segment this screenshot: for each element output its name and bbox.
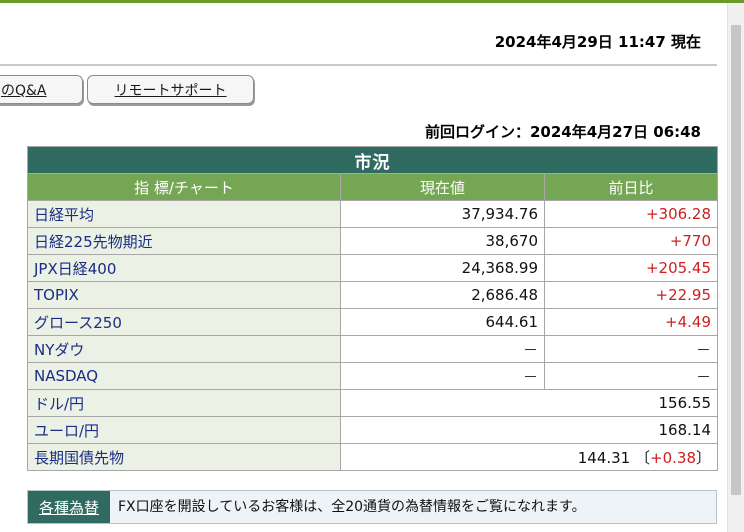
table-row: 日経平均 37,934.76 +306.28: [27, 200, 719, 228]
index-name: TOPIX: [27, 281, 341, 309]
tab-qa[interactable]: のQ&A: [0, 75, 83, 104]
tab-remote-support[interactable]: リモートサポート: [87, 75, 254, 104]
fx-rates-button-label[interactable]: 各種為替: [39, 497, 99, 518]
fx-banner-text: FX口座を開設しているお客様は、全20通貨の為替情報をご覧になれます。: [118, 499, 586, 515]
fx-rates-button[interactable]: 各種為替: [28, 491, 110, 523]
bond-paren-close: 〕: [696, 448, 712, 467]
table-row: NASDAQ － －: [27, 362, 719, 390]
column-header-change: 前日比: [543, 173, 719, 201]
column-header-index: 指 標/チャート: [27, 173, 341, 201]
index-value: －: [340, 335, 545, 363]
index-change: +205.45: [543, 254, 719, 282]
index-name: JPX日経400: [27, 254, 341, 282]
market-table: 市況 指 標/チャート 現在値 前日比 日経平均 37,934.76 +306.…: [26, 146, 719, 471]
divider: [0, 64, 717, 66]
table-row: グロース250 644.61 +4.49: [27, 308, 719, 336]
table-row: 日経225先物期近 38,670 +770: [27, 227, 719, 255]
table-row: 長期国債先物 144.31 〔+0.38〕: [27, 443, 719, 471]
market-title: 市況: [26, 146, 719, 174]
bond-change: +0.38: [650, 448, 696, 467]
index-name: 日経225先物期近: [27, 227, 341, 255]
market-title-row: 市況: [26, 146, 719, 174]
index-change: －: [543, 362, 719, 390]
scrollbar-thumb[interactable]: [731, 25, 741, 495]
index-name: 長期国債先物: [27, 443, 341, 471]
tab-remote-support-label[interactable]: リモートサポート: [115, 80, 227, 100]
index-name: 日経平均: [27, 200, 341, 228]
index-value: 156.55: [339, 389, 719, 417]
index-change: +306.28: [543, 200, 719, 228]
index-value: 644.61: [340, 308, 545, 336]
index-value: 2,686.48: [340, 281, 545, 309]
vertical-scrollbar[interactable]: [727, 3, 744, 532]
table-row: ドル/円 156.55: [27, 389, 719, 417]
bond-paren-open: 〔: [635, 448, 651, 467]
index-value: 168.14: [339, 416, 719, 444]
tab-qa-label[interactable]: のQ&A: [1, 80, 47, 100]
index-name: ドル/円: [27, 389, 341, 417]
bond-value: 144.31: [577, 448, 631, 467]
index-value: 37,934.76: [340, 200, 545, 228]
index-value: 24,368.99: [340, 254, 545, 282]
index-change: +22.95: [543, 281, 719, 309]
index-name: ユーロ/円: [27, 416, 341, 444]
index-name: NASDAQ: [27, 362, 341, 390]
table-row: ユーロ/円 168.14: [27, 416, 719, 444]
last-login-info: 前回ログイン：2024年4月27日 06:48: [424, 123, 701, 141]
column-header-current: 現在値: [340, 173, 545, 201]
index-name: NYダウ: [27, 335, 341, 363]
table-row: TOPIX 2,686.48 +22.95: [27, 281, 719, 309]
index-change: －: [543, 335, 719, 363]
bond-value-cell: 144.31 〔+0.38〕: [339, 443, 719, 471]
table-row: JPX日経400 24,368.99 +205.45: [27, 254, 719, 282]
table-row: NYダウ － －: [27, 335, 719, 363]
index-value: －: [340, 362, 545, 390]
column-header-row: 指 標/チャート 現在値 前日比: [27, 173, 719, 201]
fx-banner: 各種為替 FX口座を開設しているお客様は、全20通貨の為替情報をご覧になれます。: [27, 490, 717, 524]
index-value: 38,670: [340, 227, 545, 255]
index-change: +770: [543, 227, 719, 255]
current-datetime: 2024年4月29日 11:47 現在: [494, 33, 701, 51]
index-name: グロース250: [27, 308, 341, 336]
index-change: +4.49: [543, 308, 719, 336]
